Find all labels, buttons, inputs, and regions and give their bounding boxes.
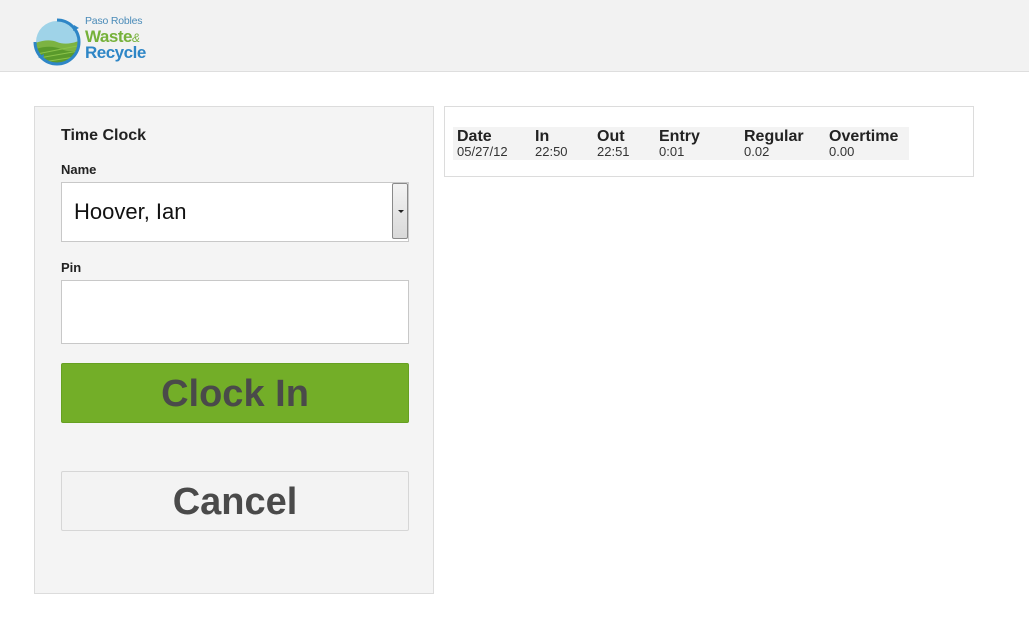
cell-in: 22:50	[535, 144, 568, 159]
table-header-row: Date In Out Entry Regular Overtime	[453, 127, 909, 145]
pin-label: Pin	[61, 260, 82, 275]
column-header-overtime: Overtime	[829, 128, 899, 145]
column-header-entry: Entry	[659, 128, 700, 145]
pin-input[interactable]	[61, 280, 409, 344]
recycle-globe-icon	[33, 18, 81, 66]
app-header: Paso Robles Waste& Recycle	[0, 0, 1029, 72]
logo-line2: Waste&	[85, 28, 146, 45]
time-clock-panel: Time Clock Name Hoover, Ian Pin Clock In…	[34, 106, 434, 594]
cell-entry: 0:01	[659, 144, 685, 159]
name-select-value: Hoover, Ian	[74, 199, 187, 224]
logo-line1: Paso Robles	[85, 15, 143, 27]
column-header-out: Out	[597, 128, 625, 145]
column-header-date: Date	[457, 128, 492, 145]
entries-table: Date In Out Entry Regular Overtime 05/27…	[453, 127, 909, 160]
clock-in-button[interactable]: Clock In	[61, 363, 409, 423]
name-select[interactable]: Hoover, Ian	[61, 182, 409, 242]
cell-regular: 0.02	[744, 144, 770, 159]
cell-date: 05/27/12	[457, 144, 508, 159]
cell-overtime: 0.00	[829, 144, 855, 159]
entries-panel: Date In Out Entry Regular Overtime 05/27…	[444, 106, 974, 177]
panel-title: Time Clock	[61, 127, 147, 144]
cell-out: 22:51	[597, 144, 630, 159]
logo-line3: Recycle	[85, 42, 146, 62]
name-label: Name	[61, 162, 97, 177]
logo-wordmark: Paso Robles Waste& Recycle	[85, 16, 146, 61]
cancel-button[interactable]: Cancel	[61, 471, 409, 531]
logo[interactable]: Paso Robles Waste& Recycle	[33, 16, 163, 68]
column-header-in: In	[535, 128, 550, 145]
column-header-regular: Regular	[744, 128, 804, 145]
chevron-down-icon[interactable]	[392, 183, 408, 239]
table-row: 05/27/12 22:50 22:51 0:01 0.02 0.00	[453, 145, 909, 160]
